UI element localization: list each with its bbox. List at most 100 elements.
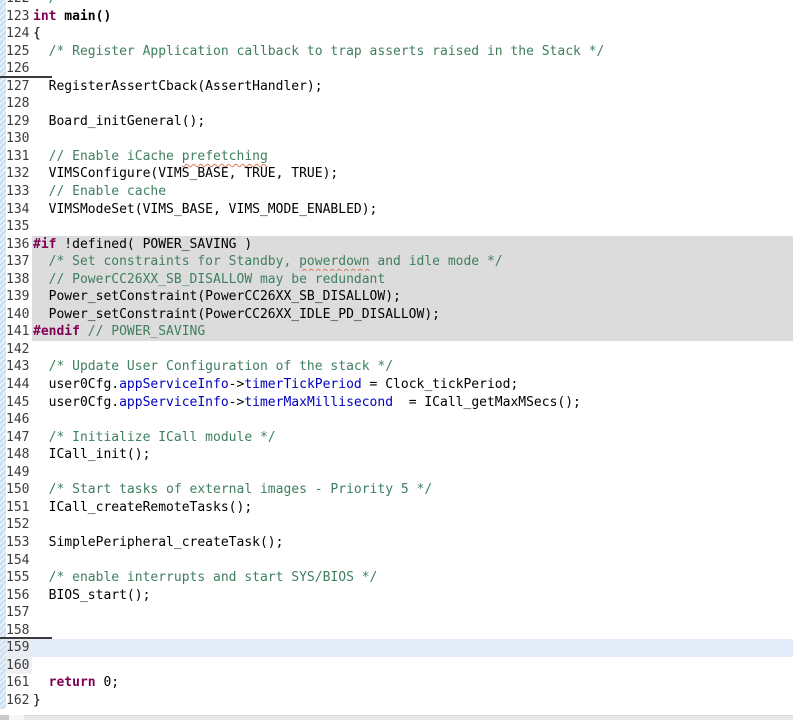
line-number[interactable]: 147 bbox=[6, 428, 32, 447]
code-text[interactable]: */ bbox=[32, 0, 793, 8]
line-number[interactable]: 138 bbox=[6, 270, 32, 289]
code-line[interactable]: 160 bbox=[0, 656, 793, 675]
line-number[interactable]: 158 bbox=[0, 621, 52, 640]
code-line[interactable]: 143 /* Update User Configuration of the … bbox=[0, 358, 793, 377]
line-number[interactable]: 149 bbox=[6, 463, 32, 482]
code-line[interactable]: 135 bbox=[0, 218, 793, 236]
line-number[interactable]: 127 bbox=[6, 77, 32, 96]
code-line[interactable]: 157 bbox=[0, 604, 793, 622]
line-number[interactable]: 124 bbox=[6, 25, 32, 43]
code-text[interactable]: { bbox=[32, 25, 793, 43]
line-number[interactable]: 157 bbox=[6, 604, 32, 622]
line-number[interactable]: 156 bbox=[6, 586, 32, 605]
line-number[interactable]: 162 bbox=[6, 691, 32, 710]
line-number[interactable]: 146 bbox=[6, 411, 32, 429]
code-line[interactable]: 141 #endif // POWER_SAVING bbox=[0, 323, 793, 341]
code-text[interactable]: int main() bbox=[32, 8, 793, 26]
code-text[interactable]: Power_setConstraint(PowerCC26XX_SB_DISAL… bbox=[32, 288, 793, 306]
line-number[interactable]: 128 bbox=[6, 95, 32, 113]
code-text[interactable] bbox=[32, 657, 793, 675]
code-text[interactable]: #if !defined( POWER_SAVING ) bbox=[32, 235, 793, 254]
code-text[interactable]: /* Update User Configuration of the stac… bbox=[32, 358, 793, 376]
code-text[interactable]: Power_setConstraint(PowerCC26XX_IDLE_PD_… bbox=[32, 305, 793, 324]
horizontal-scrollbar[interactable] bbox=[0, 715, 793, 720]
code-line[interactable]: 161 return 0; bbox=[0, 674, 793, 692]
code-line[interactable]: 127 RegisterAssertCback(AssertHandler); bbox=[0, 77, 793, 96]
scrollbar-track[interactable] bbox=[24, 715, 793, 720]
line-number[interactable]: 145 bbox=[6, 393, 32, 412]
code-text[interactable] bbox=[32, 622, 793, 640]
line-number[interactable]: 129 bbox=[6, 112, 32, 131]
line-number[interactable]: 151 bbox=[6, 498, 32, 517]
line-number[interactable]: 150 bbox=[6, 481, 32, 499]
code-text[interactable]: VIMSConfigure(VIMS_BASE, TRUE, TRUE); bbox=[32, 165, 793, 183]
code-line[interactable]: 162} bbox=[0, 691, 793, 710]
code-text[interactable]: // PowerCC26XX_SB_DISALLOW may be redund… bbox=[32, 270, 793, 289]
line-number[interactable]: 160 bbox=[6, 656, 32, 675]
code-line[interactable]: 123 int main() bbox=[0, 7, 793, 26]
code-text[interactable]: #endif // POWER_SAVING bbox=[32, 323, 793, 341]
code-text[interactable]: /* Start tasks of external images - Prio… bbox=[32, 481, 793, 499]
code-text[interactable]: /* Register Application callback to trap… bbox=[32, 43, 793, 61]
line-number[interactable]: 135 bbox=[6, 218, 32, 236]
code-text[interactable]: } bbox=[32, 692, 793, 710]
code-line[interactable]: 129 Board_initGeneral(); bbox=[0, 112, 793, 131]
code-text[interactable]: Board_initGeneral(); bbox=[32, 113, 793, 131]
code-text[interactable] bbox=[32, 552, 793, 570]
line-number[interactable]: 139 bbox=[6, 288, 32, 306]
code-text[interactable] bbox=[32, 218, 793, 236]
code-line[interactable]: 140 Power_setConstraint(PowerCC26XX_IDLE… bbox=[0, 305, 793, 324]
code-line[interactable]: 144 user0Cfg.appServiceInfo->timerTickPe… bbox=[0, 376, 793, 394]
line-number[interactable]: 155 bbox=[6, 569, 32, 587]
line-number[interactable]: 133 bbox=[6, 183, 32, 201]
line-number[interactable]: 161 bbox=[6, 674, 32, 692]
code-line[interactable]: 145 user0Cfg.appServiceInfo->timerMaxMil… bbox=[0, 393, 793, 412]
line-number[interactable]: 131 bbox=[6, 147, 32, 166]
code-line[interactable]: 147 /* Initialize ICall module */ bbox=[0, 428, 793, 447]
line-number[interactable]: 137 bbox=[6, 253, 32, 271]
code-line[interactable]: 125 /* Register Application callback to … bbox=[0, 42, 793, 61]
code-line[interactable]: 155 /* enable interrupts and start SYS/B… bbox=[0, 569, 793, 587]
line-number[interactable]: 126 bbox=[0, 60, 52, 78]
code-line[interactable]: 152 bbox=[0, 516, 793, 534]
code-line[interactable]: 138 // PowerCC26XX_SB_DISALLOW may be re… bbox=[0, 270, 793, 289]
code-text[interactable]: /* enable interrupts and start SYS/BIOS … bbox=[32, 569, 793, 587]
code-text[interactable] bbox=[32, 130, 793, 148]
code-line[interactable]: 153 SimplePeripheral_createTask(); bbox=[0, 533, 793, 552]
line-number[interactable]: 148 bbox=[6, 446, 32, 464]
code-line[interactable]: 146 bbox=[0, 411, 793, 429]
code-line[interactable]: 133 // Enable cache bbox=[0, 183, 793, 201]
code-text[interactable] bbox=[32, 411, 793, 429]
line-number[interactable]: 140 bbox=[6, 305, 32, 324]
code-line[interactable]: 126 bbox=[0, 60, 793, 78]
code-text[interactable] bbox=[32, 95, 793, 113]
code-text[interactable]: SimplePeripheral_createTask(); bbox=[32, 534, 793, 552]
line-number[interactable]: 143 bbox=[6, 358, 32, 377]
code-text[interactable]: /* Initialize ICall module */ bbox=[32, 429, 793, 447]
code-text[interactable]: user0Cfg.appServiceInfo->timerTickPeriod… bbox=[32, 376, 793, 394]
code-text[interactable] bbox=[32, 639, 793, 657]
code-line[interactable]: 131 // Enable iCache prefetching bbox=[0, 147, 793, 166]
code-line[interactable]: 154 bbox=[0, 551, 793, 570]
code-text[interactable]: // Enable cache bbox=[32, 183, 793, 201]
code-line[interactable]: 122 */ bbox=[0, 0, 793, 8]
code-line[interactable]: 148 ICall_init(); bbox=[0, 446, 793, 464]
code-line[interactable]: 142 bbox=[0, 340, 793, 359]
code-editor[interactable]: 122 */123int main()124{125 /* Register A… bbox=[0, 0, 793, 720]
code-line[interactable]: 130 bbox=[0, 130, 793, 148]
code-text[interactable]: // Enable iCache prefetching bbox=[32, 148, 793, 166]
code-text[interactable] bbox=[32, 604, 793, 622]
line-number[interactable]: 154 bbox=[6, 551, 32, 570]
line-number[interactable]: 122 bbox=[6, 0, 32, 8]
code-text[interactable] bbox=[32, 60, 793, 78]
code-line[interactable]: 136 #if !defined( POWER_SAVING ) bbox=[0, 235, 793, 254]
code-line[interactable]: 149 bbox=[0, 463, 793, 482]
code-text[interactable]: ICall_init(); bbox=[32, 446, 793, 464]
line-number[interactable]: 125 bbox=[6, 42, 32, 61]
line-number[interactable]: 141 bbox=[6, 323, 32, 341]
code-text[interactable]: BIOS_start(); bbox=[32, 587, 793, 605]
code-line[interactable]: 128 bbox=[0, 95, 793, 113]
code-line[interactable]: 156 BIOS_start(); bbox=[0, 586, 793, 605]
line-number[interactable]: 136 bbox=[6, 235, 32, 254]
code-text[interactable]: return 0; bbox=[32, 674, 793, 692]
